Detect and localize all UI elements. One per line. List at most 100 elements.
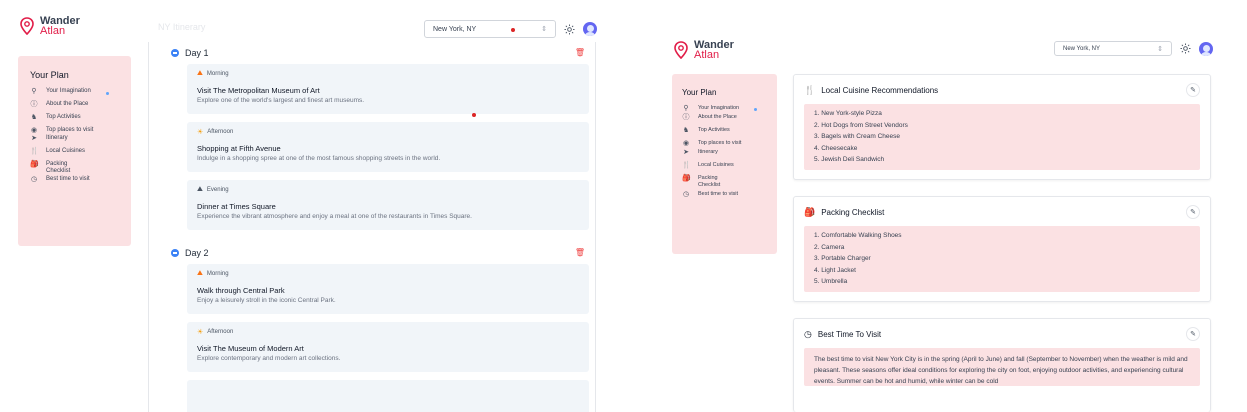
best-time-text: The best time to visit New York City is … [804,348,1200,386]
pin-icon: ⚲ [683,105,689,112]
cursor-marker [472,113,476,117]
activity-card[interactable]: ⛰ Morning Walk through Central Park Enjoy… [187,264,589,314]
list-item: 3. Portable Charger [814,255,871,262]
city-select-value: New York, NY [433,25,477,33]
notification-dot [106,92,109,95]
location-icon: ◉ [30,127,38,134]
sidebar: Your Plan ⚲ Your Imagination ⓘ About the P… [18,56,131,246]
sidebar-item-local-cuisines[interactable]: 🍴 Local Cuisines [682,162,767,169]
list-item: 2. Camera [814,243,845,251]
best-time-card: ◷ Best Time To Visit ✎ The best time to … [793,318,1211,412]
sidebar-item-local-cuisines[interactable]: 🍴 Local Cuisines [30,148,119,155]
day-header: Day 1 [171,48,209,58]
calendar-icon [171,49,179,57]
sidebar-item-packing[interactable]: 🎒 Packing Checklist [30,161,119,175]
sidebar-item-about[interactable]: ⓘ About the Place [30,101,119,108]
page-title: NY Itinerary [158,22,206,32]
list-item: 5. Umbrella [814,278,848,285]
hiking-icon: ⛰ [197,70,203,77]
info-icon: ⓘ [30,101,38,108]
sidebar-title: Your Plan [682,88,717,97]
sun-icon: ☀ [197,129,204,136]
activity-card[interactable]: ☀ Afternoon Shopping at Fifth Avenue Indu… [187,122,589,172]
cursor-marker [511,28,515,32]
hiking-icon: ⛰ [197,270,203,277]
list-item: 4. Cheesecake [814,144,858,152]
info-icon: ⓘ [682,114,690,121]
map-pin-icon [674,41,688,59]
delete-day-icon[interactable]: 🗑 [575,248,585,257]
sidebar-item-top-activities[interactable]: ♞ Top Activities [30,114,119,121]
sun-icon: ☀ [197,329,204,336]
clock-icon: ◷ [30,176,38,183]
map-pin-icon [20,17,34,35]
brand-line2: Atlan [40,25,66,37]
pin-icon: ⚲ [31,88,37,95]
list-item: 3. Bagels with Cream Cheese [814,133,900,140]
list-item: 4. Light Jacket [814,266,856,274]
activity-card[interactable]: ⛰ Evening Dinner at Times Square Experien… [187,180,589,230]
best-time-title: Best Time To Visit [817,330,882,339]
sidebar-title: Your Plan [30,70,69,80]
sidebar-item-top-activities[interactable]: ♞ Top Activities [682,127,767,134]
cuisine-title: Local Cuisine Recommendations [821,86,939,95]
notification-dot [754,108,757,111]
backpack-icon: 🎒 [30,161,39,168]
calendar-icon [171,249,179,257]
packing-list: 1. Comfortable Walking Shoes 2. Camera 3… [804,226,1200,292]
cutlery-icon: 🍴 [30,148,39,155]
clock-icon: ◷ [804,329,812,339]
city-select[interactable]: New York, NY ⇕ [424,20,556,38]
activity-card[interactable]: ☀ Afternoon Visit The Museum of Modern Ar… [187,322,589,372]
packing-title: Packing Checklist [821,208,885,217]
sidebar-item-packing[interactable]: 🎒 Packing Checklist [682,175,767,189]
theme-toggle-sun-icon[interactable] [564,23,575,35]
theme-toggle-sun-icon[interactable] [1180,43,1191,54]
sunset-icon: ⛰ [197,186,203,193]
sidebar-item-about[interactable]: ⓘ About the Place [682,114,767,121]
send-icon: ➤ [683,149,689,156]
logo[interactable]: Wander Atlan [20,16,80,37]
city-select-value: New York, NY [1063,45,1101,52]
day-header: Day 2 [171,248,209,258]
chevron-updown-icon: ⇕ [1157,45,1163,53]
itinerary-column: Day 1 🗑 ⛰ Morning Visit The Metropolitan … [148,42,596,412]
cuisine-list: 1. New York-style Pizza 2. Hot Dogs from… [804,104,1200,170]
delete-day-icon[interactable]: 🗑 [575,48,585,57]
edit-pencil-icon[interactable]: ✎ [1186,83,1200,97]
location-icon: ◉ [682,140,690,147]
activity-card[interactable] [187,380,589,412]
sidebar-item-itinerary[interactable]: ➤ Itinerary [682,149,767,156]
city-select[interactable]: New York, NY ⇕ [1054,41,1172,56]
sidebar-item-top-places[interactable]: ◉ Top places to visit [682,140,767,147]
avatar[interactable] [583,22,597,36]
sidebar-item-itinerary[interactable]: ➤ Itinerary [30,135,119,142]
chevron-updown-icon: ⇕ [541,26,547,33]
activity-card[interactable]: ⛰ Morning Visit The Metropolitan Museum o… [187,64,589,114]
sidebar-item-best-time[interactable]: ◷ Best time to visit [30,176,119,183]
packing-card: 🎒 Packing Checklist ✎ 1. Comfortable Wal… [793,196,1211,302]
avatar[interactable] [1199,41,1213,56]
list-item: 1. New York-style Pizza [814,110,882,117]
sidebar-item-top-places[interactable]: ◉ Top places to visit [30,127,119,134]
list-item: 5. Jewish Deli Sandwich [814,156,885,163]
hiking-icon: ♞ [30,114,38,121]
edit-pencil-icon[interactable]: ✎ [1186,327,1200,341]
cutlery-icon: 🍴 [682,162,691,169]
details-view: Wander Atlan New York, NY ⇕ Your Plan ⚲ Y… [660,0,1247,412]
cuisine-card: 🍴 Local Cuisine Recommendations ✎ 1. New… [793,74,1211,180]
itinerary-view: Wander Atlan NY Itinerary New York, NY ⇕… [0,0,620,412]
send-icon: ➤ [31,135,37,142]
backpack-icon: 🎒 [682,175,691,182]
brand-line2: Atlan [694,49,720,61]
hiking-icon: ♞ [682,127,690,134]
list-item: 2. Hot Dogs from Street Vendors [814,121,908,129]
list-item: 1. Comfortable Walking Shoes [814,232,902,239]
clock-icon: ◷ [682,191,690,198]
sidebar-item-best-time[interactable]: ◷ Best time to visit [682,191,767,198]
sidebar: Your Plan ⚲ Your Imagination ⓘ About the P… [672,74,777,254]
logo[interactable]: Wander Atlan [674,40,734,61]
backpack-icon: 🎒 [804,207,816,217]
cutlery-icon: 🍴 [804,85,816,95]
edit-pencil-icon[interactable]: ✎ [1186,205,1200,219]
